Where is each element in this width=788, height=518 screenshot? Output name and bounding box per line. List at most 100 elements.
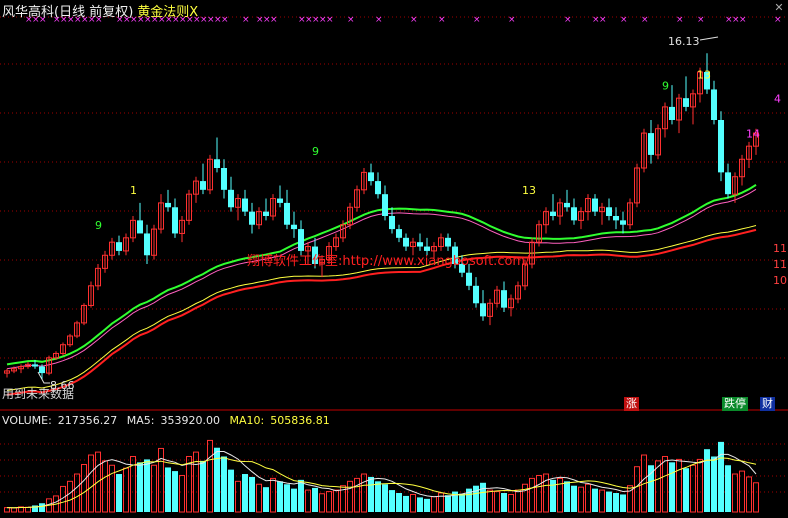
volume-bar-84 — [592, 488, 598, 512]
candle-body-30 — [214, 159, 220, 168]
volume-bar-90 — [634, 466, 640, 513]
signal-marker-46: × — [676, 15, 684, 25]
volume-bar-87 — [613, 493, 619, 512]
count-annotation-5: 13 — [697, 69, 711, 82]
signal-marker-45: × — [641, 15, 649, 25]
volume-bar-97 — [683, 468, 689, 512]
volume-bar-38 — [270, 477, 276, 513]
candle-body-87 — [613, 216, 619, 221]
volume-bar-85 — [599, 489, 605, 513]
volume-bar-74 — [522, 483, 528, 513]
volume-bar-0 — [4, 507, 10, 513]
volume-bar-14 — [102, 460, 108, 513]
count-annotation-7: 4 — [774, 93, 781, 106]
count-annotation-0: 9 — [95, 219, 102, 232]
count-annotation-1: 1 — [130, 184, 137, 197]
signal-marker-41: × — [564, 15, 572, 25]
signal-marker-25: × — [221, 15, 229, 25]
volume-bar-92 — [648, 465, 654, 512]
volume-bar-35 — [249, 476, 255, 512]
volume-bar-52 — [368, 476, 374, 512]
ma10-label: MA10: — [229, 414, 265, 427]
signal-marker-34: × — [326, 15, 334, 25]
candle-body-4 — [32, 364, 38, 367]
volume-bar-94 — [662, 455, 668, 513]
ma10-value: 505836.81 — [270, 414, 330, 427]
volume-bar-101 — [711, 456, 717, 512]
edge-label-2: 11 — [773, 258, 787, 271]
high-price-label: 16.13 — [668, 35, 700, 48]
candle-body-59 — [417, 242, 423, 247]
volume-bar-104 — [732, 473, 738, 513]
volume-bar-3 — [25, 506, 31, 513]
zhang-badge[interactable]: 涨 — [624, 397, 639, 411]
dieting-badge[interactable]: 跌停 — [722, 397, 748, 411]
signal-marker-43: × — [599, 15, 607, 25]
signal-marker-36: × — [375, 15, 383, 25]
watermark-text: 翔博软件工作室:http://www.xiangbosoft.com/ — [247, 254, 530, 269]
candle-body-84 — [592, 198, 598, 212]
volume-bar-10 — [74, 473, 80, 513]
vol-value: 217356.27 — [57, 414, 118, 427]
volume-bar-72 — [508, 493, 514, 513]
volume-bar-20 — [144, 459, 150, 512]
volume-bar-5 — [39, 503, 45, 512]
volume-bar-16 — [116, 474, 122, 512]
volume-bar-50 — [354, 477, 360, 513]
candle-body-40 — [284, 202, 290, 225]
volume-bar-107 — [753, 482, 759, 513]
candle-body-57 — [403, 237, 409, 247]
volume-bar-61 — [431, 496, 437, 513]
volume-bar-86 — [606, 491, 612, 512]
volume-bar-25 — [179, 474, 185, 513]
candle-body-92 — [648, 133, 654, 155]
volume-bar-51 — [361, 473, 367, 513]
volume-bar-99 — [697, 458, 703, 513]
candle-body-52 — [368, 172, 374, 182]
volume-bar-9 — [67, 480, 73, 513]
candle-body-31 — [221, 168, 227, 190]
count-annotation-6: 14 — [746, 127, 760, 140]
volume-bar-73 — [515, 489, 521, 513]
volume-bar-30 — [214, 447, 220, 512]
candle-body-16 — [116, 242, 122, 251]
candle-body-53 — [375, 181, 381, 195]
close-icon[interactable]: ✕ — [773, 2, 785, 14]
volume-bar-70 — [494, 491, 500, 513]
volume-bar-11 — [81, 464, 87, 513]
candle-body-39 — [277, 198, 283, 203]
ma5-label: MA5: — [126, 414, 155, 427]
stock-title: 风华高科(日线 前复权) — [2, 5, 134, 20]
volume-bar-76 — [536, 474, 542, 513]
volume-bar-44 — [312, 487, 318, 512]
candle-body-97 — [683, 98, 689, 107]
volume-bar-55 — [389, 490, 395, 512]
candle-body-63 — [445, 237, 451, 247]
volume-bar-82 — [578, 486, 584, 513]
volume-bar-103 — [725, 465, 731, 512]
vol-label: VOLUME: — [2, 414, 52, 427]
candle-body-32 — [228, 189, 234, 208]
volume-bar-81 — [571, 485, 577, 512]
signal-marker-26: × — [242, 15, 250, 25]
candle-body-68 — [480, 303, 486, 317]
volume-bar-49 — [347, 480, 353, 513]
candle-body-42 — [298, 229, 304, 251]
volume-bar-106 — [746, 476, 752, 513]
candle-body-88 — [620, 220, 626, 225]
cai-badge[interactable]: 财 — [760, 397, 775, 411]
candle-body-20 — [144, 233, 150, 256]
candle-body-41 — [291, 224, 297, 230]
candle-body-34 — [242, 198, 248, 212]
signal-marker-39: × — [473, 15, 481, 25]
signal-marker-40: × — [508, 15, 516, 25]
candle-body-19 — [137, 220, 143, 234]
candle-body-55 — [389, 216, 395, 230]
volume-bar-96 — [676, 458, 682, 513]
volume-bar-100 — [704, 449, 710, 512]
volume-bar-80 — [564, 481, 570, 512]
volume-bar-53 — [375, 481, 381, 512]
volume-bar-67 — [473, 485, 479, 512]
edge-label-1: 11 — [773, 242, 787, 255]
volume-bar-58 — [410, 493, 416, 513]
